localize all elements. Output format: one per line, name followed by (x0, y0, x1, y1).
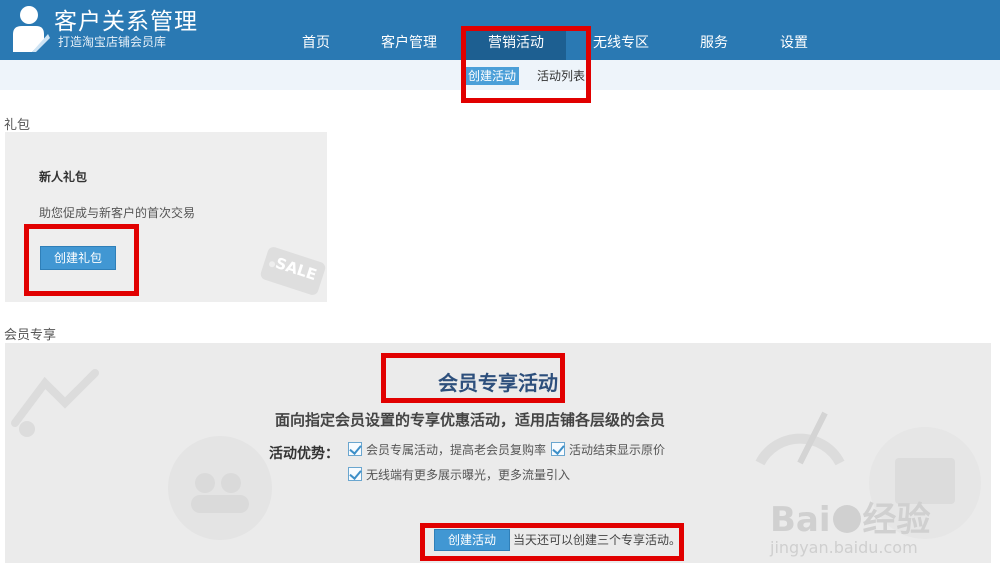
top-navigation: 首页 客户管理 营销活动 无线专区 服务 设置 (0, 26, 1000, 60)
member-banner-title: 会员专享活动 (438, 371, 558, 395)
subnav-create-activity[interactable]: 创建活动 (465, 67, 520, 85)
checkbox-check-icon (348, 467, 362, 481)
app-header: 客户关系管理 打造淘宝店铺会员库 首页 客户管理 营销活动 无线专区 服务 设置 (0, 0, 1000, 60)
checkbox-check-icon (551, 442, 565, 456)
nav-home[interactable]: 首页 (290, 26, 342, 60)
subnav-activity-list[interactable]: 活动列表 (534, 67, 588, 85)
nav-customer-management[interactable]: 客户管理 (372, 26, 446, 60)
nav-wireless[interactable]: 无线专区 (586, 26, 656, 60)
gift-section-label: 礼包 (4, 118, 31, 133)
checkbox-check-icon (348, 442, 362, 456)
baidu-watermark: Bai 经验 (770, 500, 931, 540)
gift-card-description: 助您促成与新客户的首次交易 (39, 206, 196, 220)
member-section-label: 会员专享 (4, 328, 57, 343)
advantages-label: 活动优势： (269, 446, 339, 462)
create-activity-button[interactable]: 创建活动 (434, 529, 510, 551)
advantage-item: 无线端有更多展示曝光，更多流量引入 (348, 467, 570, 483)
create-gift-button[interactable]: 创建礼包 (40, 246, 116, 270)
watermark-url: jingyan.baidu.com (770, 538, 918, 557)
member-banner-subtitle: 面向指定会员设置的专享优惠活动，适用店铺各层级的会员 (274, 411, 665, 429)
advantage-item: 会员专属活动，提高老会员复购率 (348, 442, 546, 458)
nav-service[interactable]: 服务 (690, 26, 738, 60)
gift-card-title: 新人礼包 (39, 170, 88, 184)
sub-navigation: 创建活动 活动列表 (0, 60, 1000, 90)
decorative-people-icon (168, 436, 272, 540)
nav-settings[interactable]: 设置 (770, 26, 818, 60)
paw-logo-icon (832, 505, 861, 533)
new-customer-gift-card: 新人礼包 助您促成与新客户的首次交易 创建礼包 SALE (5, 132, 327, 302)
advantage-item: 活动结束显示原价 (551, 442, 665, 458)
remaining-activities-note: 当天还可以创建三个专享活动。 (513, 533, 682, 547)
nav-marketing[interactable]: 营销活动 (466, 26, 566, 60)
